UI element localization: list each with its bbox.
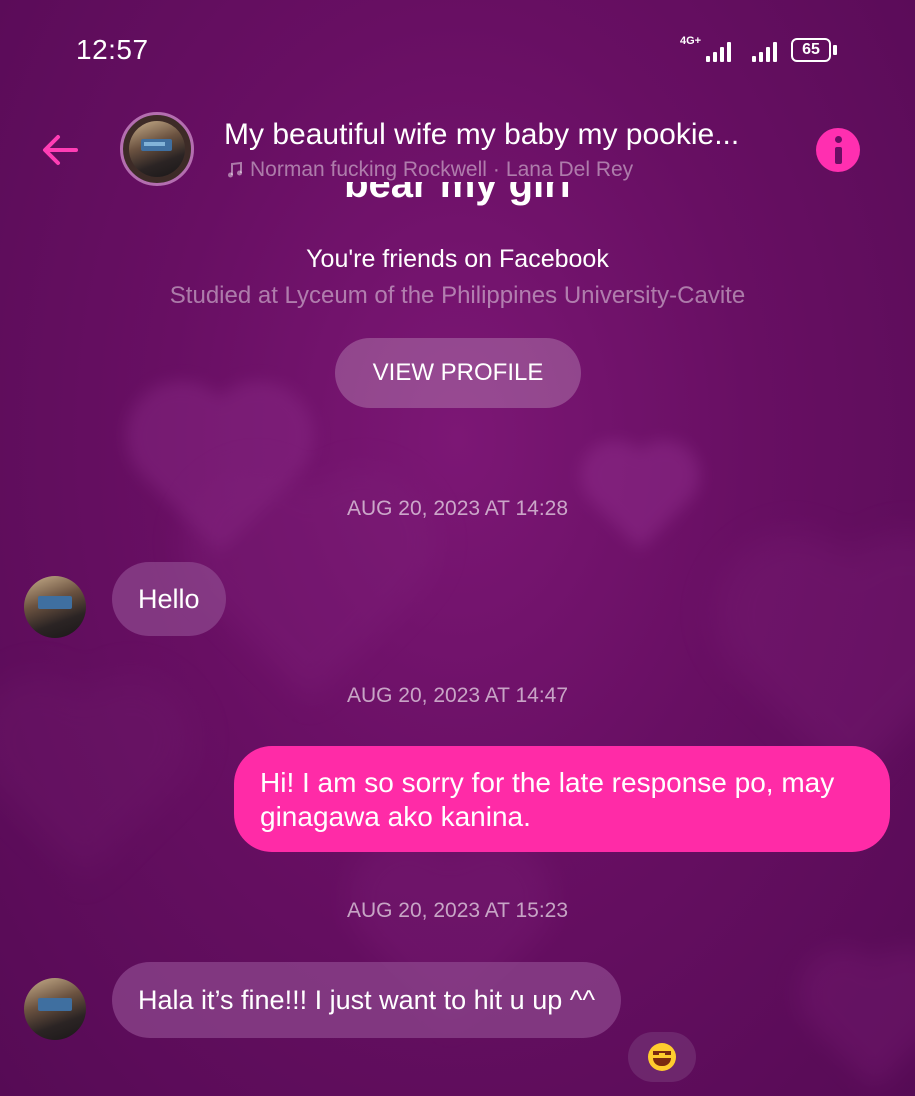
artist-name: Lana Del Rey <box>505 158 634 181</box>
contact-avatar[interactable] <box>120 112 194 186</box>
network-type-label: 4G+ <box>680 35 702 47</box>
signal-icon <box>752 40 777 62</box>
battery-icon: 65 <box>791 38 837 62</box>
message-timestamp: AUG 20, 2023 AT 14:28 <box>346 497 569 520</box>
outgoing-message[interactable]: Hi! I am so sorry for the late response … <box>234 746 890 852</box>
heart-decoration <box>0 693 177 877</box>
music-note-icon <box>228 161 242 178</box>
info-icon[interactable] <box>816 128 860 172</box>
incoming-message[interactable]: Hello <box>112 562 226 636</box>
sender-avatar[interactable] <box>24 576 86 638</box>
view-profile-button[interactable]: VIEW PROFILE <box>335 338 581 408</box>
now-playing: Norman fucking Rockwell · Lana Del Rey <box>226 158 633 182</box>
message-reaction[interactable] <box>628 1032 696 1082</box>
education-info: Studied at Lyceum of the Philippines Uni… <box>169 282 746 309</box>
heart-decoration <box>811 961 915 1089</box>
incoming-message[interactable]: Hala it’s fine!!! I just want to hit u u… <box>112 962 622 1038</box>
message-timestamp: AUG 20, 2023 AT 14:47 <box>346 684 569 707</box>
back-arrow-icon[interactable] <box>36 126 84 174</box>
message-timestamp: AUG 20, 2023 AT 15:23 <box>346 899 569 922</box>
friends-status: You're friends on Facebook <box>306 245 609 273</box>
song-title: Norman fucking Rockwell <box>250 158 487 181</box>
status-time: 12:57 <box>76 34 149 65</box>
status-bar: 12:57 4G+ 65 <box>0 0 915 100</box>
laughing-emoji-icon <box>648 1043 676 1071</box>
signal-icon <box>706 40 731 62</box>
profile-name: bear my girl <box>344 182 571 206</box>
chat-title[interactable]: My beautiful wife my baby my pookie... <box>224 118 739 152</box>
sender-avatar[interactable] <box>24 978 86 1040</box>
separator: · <box>492 158 500 181</box>
